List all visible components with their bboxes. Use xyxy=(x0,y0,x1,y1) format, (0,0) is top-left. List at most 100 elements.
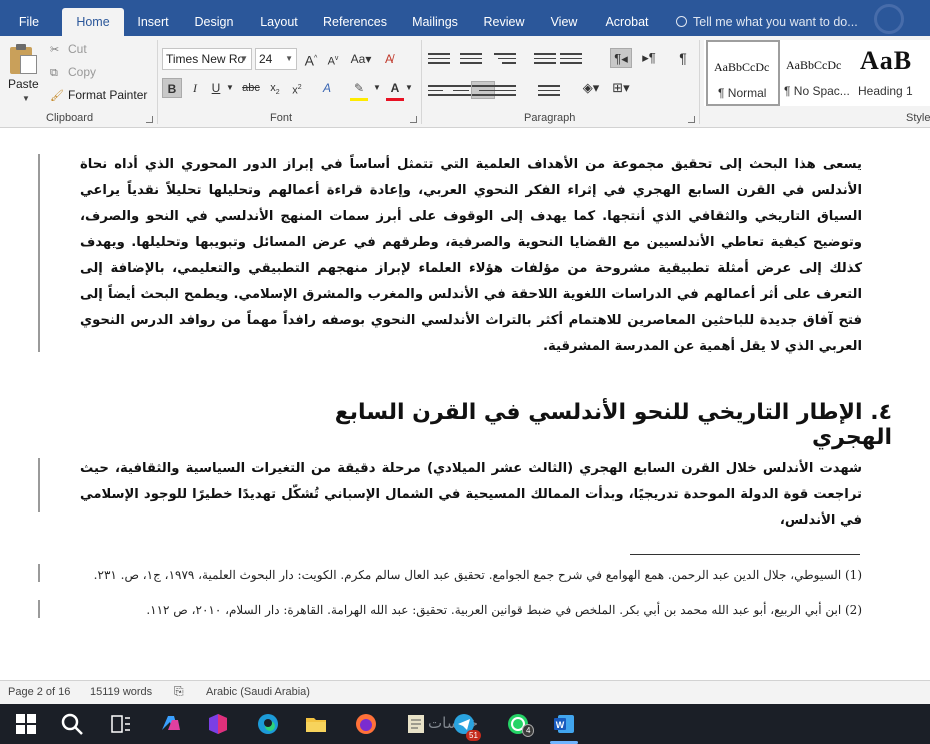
format-painter-label: Format Painter xyxy=(68,88,148,102)
change-case-icon[interactable]: Aa▾ xyxy=(350,49,372,69)
line-spacing-icon[interactable] xyxy=(538,82,560,98)
tab-layout[interactable]: Layout xyxy=(252,8,306,36)
increase-indent-icon[interactable] xyxy=(560,50,582,66)
whatsapp-badge: 4 xyxy=(522,724,535,737)
italic-button[interactable]: I xyxy=(186,78,204,98)
bold-button[interactable]: B xyxy=(162,78,182,98)
style-no-spacing[interactable]: AaBbCcDc ¶ No Spac... xyxy=(780,40,854,106)
chevron-down-icon[interactable]: ▼ xyxy=(404,78,414,98)
subscript-button[interactable]: x2 xyxy=(266,78,284,98)
format-painter-button[interactable]: 🖌 Format Painter xyxy=(50,88,147,102)
align-right-icon[interactable] xyxy=(471,81,495,99)
section-heading[interactable]: ٤. الإطار التاريخي للنحو الأندلسي في الق… xyxy=(300,400,892,450)
strikethrough-button[interactable]: abc xyxy=(240,78,262,98)
style-name: Heading 1 xyxy=(858,84,913,98)
font-launcher-icon[interactable] xyxy=(410,116,417,123)
microsoft365-icon[interactable] xyxy=(206,712,230,736)
tab-home[interactable]: Home xyxy=(62,8,124,36)
paragraph-launcher-icon[interactable] xyxy=(688,116,695,123)
align-center-icon[interactable] xyxy=(450,82,472,98)
style-normal[interactable]: AaBbCcDc ¶ Normal xyxy=(706,40,780,106)
clipboard-launcher-icon[interactable] xyxy=(146,116,153,123)
lightbulb-icon xyxy=(676,16,687,27)
styles-group-label: Style xyxy=(906,112,930,124)
font-color-icon[interactable]: A xyxy=(386,78,404,98)
notepad-icon[interactable] xyxy=(404,712,428,736)
document-page[interactable]: يسعى هذا البحث إلى تحقيق مجموعة من الأهد… xyxy=(0,128,930,680)
copy-button[interactable]: ⧉ Copy xyxy=(50,65,96,80)
copy-icon: ⧉ xyxy=(50,67,58,79)
word-count[interactable]: 15119 words xyxy=(90,686,152,698)
underline-button[interactable]: U xyxy=(207,78,225,98)
paste-icon[interactable] xyxy=(10,44,38,74)
chevron-down-icon[interactable]: ▼ xyxy=(225,78,235,98)
multilevel-list-icon[interactable] xyxy=(494,50,516,66)
bullets-icon[interactable] xyxy=(428,50,450,66)
language-indicator[interactable]: Arabic (Saudi Arabia) xyxy=(206,686,310,698)
chevron-down-icon[interactable]: ▼ xyxy=(240,49,248,69)
cut-button[interactable]: ✂ Cut xyxy=(50,42,87,56)
tab-review[interactable]: Review xyxy=(478,8,530,36)
status-bar: Page 2 of 16 15119 words ⎘ Arabic (Saudi… xyxy=(0,680,930,704)
superscript-button[interactable]: x2 xyxy=(288,78,306,98)
tab-file[interactable]: File xyxy=(6,8,52,36)
paste-dropdown-icon[interactable]: ▼ xyxy=(22,94,30,103)
borders-icon[interactable]: ⊞▾ xyxy=(608,78,634,98)
clipboard-group-label: Clipboard xyxy=(46,112,94,124)
group-divider xyxy=(699,40,700,124)
home-ribbon: Paste ▼ ✂ Cut ⧉ Copy 🖌 Format Painter Clipb… xyxy=(0,36,930,128)
font-name-box[interactable]: Times New Ro ▼ xyxy=(162,48,252,70)
ribbon-tab-bar: File Home Insert Design Layout Reference… xyxy=(0,0,930,36)
tab-acrobat[interactable]: Acrobat xyxy=(598,8,656,36)
firefox-icon[interactable] xyxy=(354,712,378,736)
paste-button[interactable]: Paste xyxy=(8,77,39,91)
text-effects-icon[interactable]: A xyxy=(316,78,338,98)
show-formatting-icon[interactable]: ¶ xyxy=(674,48,692,68)
footnote-2[interactable]: (2) ابن أبي الربيع، أبو عبد الله محمد بن… xyxy=(80,601,862,619)
paragraph-group-label: Paragraph xyxy=(524,112,576,124)
grow-font-icon[interactable]: A^ xyxy=(302,49,320,69)
body-paragraph-1[interactable]: يسعى هذا البحث إلى تحقيق مجموعة من الأهد… xyxy=(80,152,862,360)
search-icon[interactable] xyxy=(60,712,84,736)
highlight-icon[interactable]: ✎ xyxy=(348,78,370,98)
task-view-icon[interactable] xyxy=(108,712,132,736)
font-size-box[interactable]: 24 ▼ xyxy=(255,48,297,70)
ltr-direction-icon[interactable]: ▸¶ xyxy=(638,48,660,68)
style-heading-1[interactable]: AaB Heading 1 xyxy=(854,40,928,106)
change-bar xyxy=(38,154,40,352)
windows-start-icon[interactable] xyxy=(14,712,38,736)
style-sample: AaBbCcDc xyxy=(786,58,842,72)
chevron-down-icon[interactable]: ▼ xyxy=(285,49,293,69)
file-explorer-icon[interactable] xyxy=(304,712,328,736)
justify-icon[interactable] xyxy=(494,82,516,98)
body-paragraph-2[interactable]: شهدت الأندلس خلال القرن السابع الهجري (ا… xyxy=(80,456,862,534)
shading-icon[interactable]: ◈▾ xyxy=(580,78,602,98)
style-name: ¶ No Spac... xyxy=(784,84,850,98)
tell-me-search[interactable]: Tell me what you want to do... xyxy=(676,8,858,36)
align-left-icon[interactable] xyxy=(428,82,450,98)
decrease-indent-icon[interactable] xyxy=(534,50,556,66)
tab-insert[interactable]: Insert xyxy=(130,8,176,36)
copilot-icon[interactable] xyxy=(158,712,182,736)
font-group-label: Font xyxy=(270,112,293,124)
edge-icon[interactable] xyxy=(256,712,280,736)
rtl-direction-icon[interactable]: ¶◂ xyxy=(610,48,632,68)
word-icon[interactable]: W xyxy=(552,712,576,736)
numbering-icon[interactable] xyxy=(460,50,482,66)
tab-references[interactable]: References xyxy=(318,8,392,36)
chevron-down-icon[interactable]: ▼ xyxy=(372,78,382,98)
proofing-icon[interactable]: ⎘ xyxy=(174,684,184,699)
shrink-font-icon[interactable]: Av xyxy=(324,49,342,69)
tell-me-text: Tell me what you want to do... xyxy=(693,15,858,29)
page-count[interactable]: Page 2 of 16 xyxy=(8,686,70,698)
brush-icon: 🖌 xyxy=(50,90,64,102)
tab-mailings[interactable]: Mailings xyxy=(404,8,466,36)
tab-view[interactable]: View xyxy=(542,8,586,36)
change-bar xyxy=(38,564,40,582)
font-size-value: 24 xyxy=(259,52,273,66)
footnote-1[interactable]: (1) السيوطي، جلال الدين عبد الرحمن. همع … xyxy=(80,566,862,584)
telegram-badge: 51 xyxy=(466,730,481,741)
clear-formatting-icon[interactable]: A̸ xyxy=(380,49,398,69)
group-divider xyxy=(421,40,422,124)
tab-design[interactable]: Design xyxy=(188,8,240,36)
